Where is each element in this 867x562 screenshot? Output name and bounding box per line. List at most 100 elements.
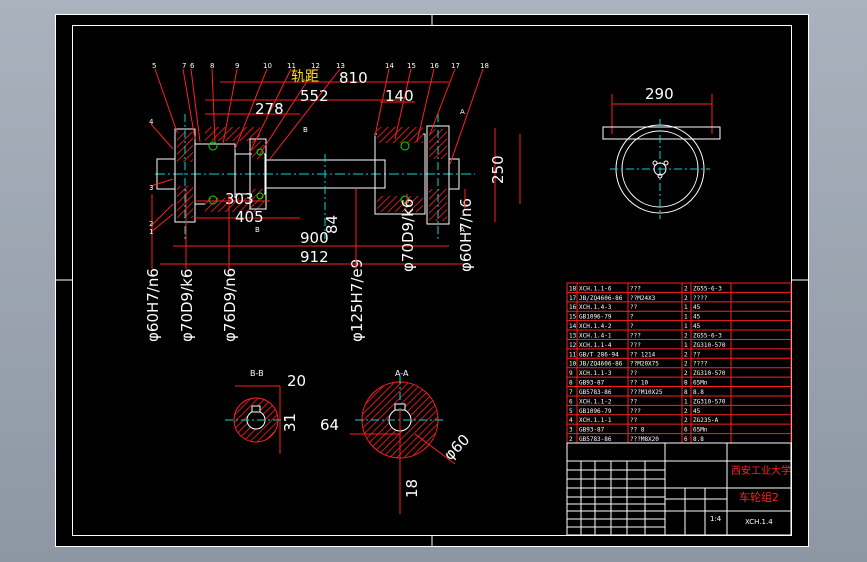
bom-cell-qty: 2: [684, 361, 688, 368]
bom-cell-code: GB1096-79: [579, 408, 612, 415]
bom-cell-code: XCH.1.1-4: [579, 342, 612, 349]
bom-cell-code: XCH.1.1-2: [579, 398, 612, 405]
bom-cell-no: 5: [569, 408, 573, 415]
bom-cell-name: ??: [630, 398, 638, 405]
bom-cell-qty: 8: [684, 389, 688, 396]
bom-cell-code: GB5783-86: [579, 389, 612, 396]
bom-cell-qty: 8: [684, 380, 688, 387]
bom-cell-code: XCH.1.4-1: [579, 332, 612, 339]
bom-cell-name: ?? 10: [630, 380, 648, 387]
bom-cell-no: 7: [569, 389, 573, 396]
bom-cell-no: 4: [569, 417, 573, 424]
svg-text:B: B: [303, 126, 308, 134]
bom-cell-mat: ????: [693, 295, 708, 302]
bom-cell-mat: ZG235-A: [693, 417, 719, 424]
dim-290: 290: [645, 85, 674, 103]
bom-cell-no: 11: [569, 351, 577, 358]
bom-cell-code: JB/ZQ4606-86: [579, 361, 623, 368]
bom-cell-name: ???: [630, 342, 641, 349]
bom-cell-no: 8: [569, 380, 573, 387]
svg-text:12: 12: [311, 62, 320, 70]
bom-cell-qty: 2: [684, 417, 688, 424]
bom-cell-no: 2: [569, 436, 573, 443]
outer-border: [55, 14, 809, 547]
bom-cell-name: ?: [630, 314, 634, 321]
bom-cell-qty: 2: [684, 332, 688, 339]
svg-text:B: B: [255, 226, 260, 234]
cad-drawing: 轨距 810 552 278 140 303 405 900 912 84 25…: [55, 14, 809, 547]
bom-cell-qty: 6: [684, 427, 688, 434]
bom-cell-no: 6: [569, 398, 573, 405]
dim-31: 31: [281, 413, 299, 432]
bom-cell-no: 3: [569, 427, 573, 434]
bom-cell-name: ???M10X25: [630, 389, 663, 396]
bom-cell-name: ??: [630, 304, 638, 311]
svg-text:18: 18: [480, 62, 489, 70]
front-section-view: 轨距 810 552 278 140 303 405 900 912 84 25…: [144, 62, 521, 342]
bom-cell-mat: 8.8: [693, 389, 704, 396]
bom-cell-name: ??M24X3: [630, 295, 656, 302]
drawing-number: XCH.1.4: [745, 518, 773, 526]
svg-text:11: 11: [287, 62, 296, 70]
bom-cell-name: ?? 8: [630, 427, 645, 434]
dim-18: 18: [403, 479, 421, 498]
fit-6: φ60H7/n6: [457, 198, 475, 272]
section-a-title: A-A: [395, 369, 409, 378]
bom-cell-qty: 2: [684, 295, 688, 302]
bom-cell-code: GB5783-86: [579, 436, 612, 443]
bom-cell-name: ???: [630, 332, 641, 339]
bom-cell-mat: 45: [693, 304, 701, 311]
fit-5: φ70D9/k6: [399, 199, 417, 272]
svg-text:15: 15: [407, 62, 416, 70]
fit-3: φ76D9/n6: [221, 268, 239, 342]
dim-20: 20: [287, 372, 306, 390]
bom-cell-code: JB/ZQ4606-86: [579, 295, 623, 302]
bom-cell-code: GB93-87: [579, 380, 605, 387]
svg-text:A: A: [460, 108, 465, 116]
bom-cell-mat: ZG55-6-3: [693, 332, 722, 339]
bom-cell-mat: 65Mn: [693, 380, 708, 387]
bom-table: 18 XCH.1.1-6??? 2 ZG55-6-317 JB/ZQ4606-86 ??M…: [566, 282, 792, 444]
svg-text:6: 6: [190, 62, 195, 70]
bom-cell-mat: 45: [693, 408, 701, 415]
school-name: 西安工业大学: [731, 464, 791, 477]
fit-2: φ70D9/k6: [178, 269, 196, 342]
bom-cell-qty: 2: [684, 370, 688, 377]
dim-64: 64: [320, 416, 339, 434]
bom-cell-mat: ZG55-6-3: [693, 285, 722, 292]
fit-4: φ125H7/e9: [348, 259, 366, 342]
section-a-a: A-A 64 18 φ60: [320, 369, 473, 514]
svg-text:A: A: [460, 226, 465, 234]
bom-cell-code: GB1096-79: [579, 314, 612, 321]
svg-text:3: 3: [149, 184, 153, 192]
bom-cell-no: 10: [569, 361, 577, 368]
svg-text:13: 13: [336, 62, 345, 70]
bom-cell-qty: 1: [684, 314, 688, 321]
svg-text:14: 14: [385, 62, 394, 70]
section-b-title: B-B: [250, 369, 264, 378]
bom-cell-no: 18: [569, 285, 577, 292]
drawing-sheet: 轨距 810 552 278 140 303 405 900 912 84 25…: [55, 14, 809, 547]
dim-810: 810: [339, 69, 368, 87]
dim-552: 552: [300, 87, 329, 105]
bom-cell-qty: 2: [684, 351, 688, 358]
dim-405: 405: [235, 208, 264, 226]
bom-cell-qty: 1: [684, 342, 688, 349]
dim-84: 84: [323, 215, 341, 234]
bom-cell-code: XCH.1.1-3: [579, 370, 612, 377]
bom-cell-mat: ZG310-570: [693, 370, 726, 377]
bom-cell-code: XCH.1.4-2: [579, 323, 612, 330]
bom-cell-name: ??: [630, 370, 638, 377]
bom-cell-name: ???M8X20: [630, 436, 659, 443]
bom-cell-code: GB/T 286-94: [579, 351, 619, 358]
bom-cell-no: 14: [569, 323, 577, 330]
bom-cell-no: 13: [569, 332, 577, 339]
bom-cell-no: 16: [569, 304, 577, 311]
section-b-b: B-B 20 31: [225, 369, 306, 454]
centering-marks: [55, 14, 809, 547]
bom-cell-code: GB93-87: [579, 427, 605, 434]
bom-cell-name: ???: [630, 285, 641, 292]
bom-cell-mat: ZG310-570: [693, 398, 726, 405]
svg-text:2: 2: [149, 220, 153, 228]
svg-text:17: 17: [451, 62, 460, 70]
